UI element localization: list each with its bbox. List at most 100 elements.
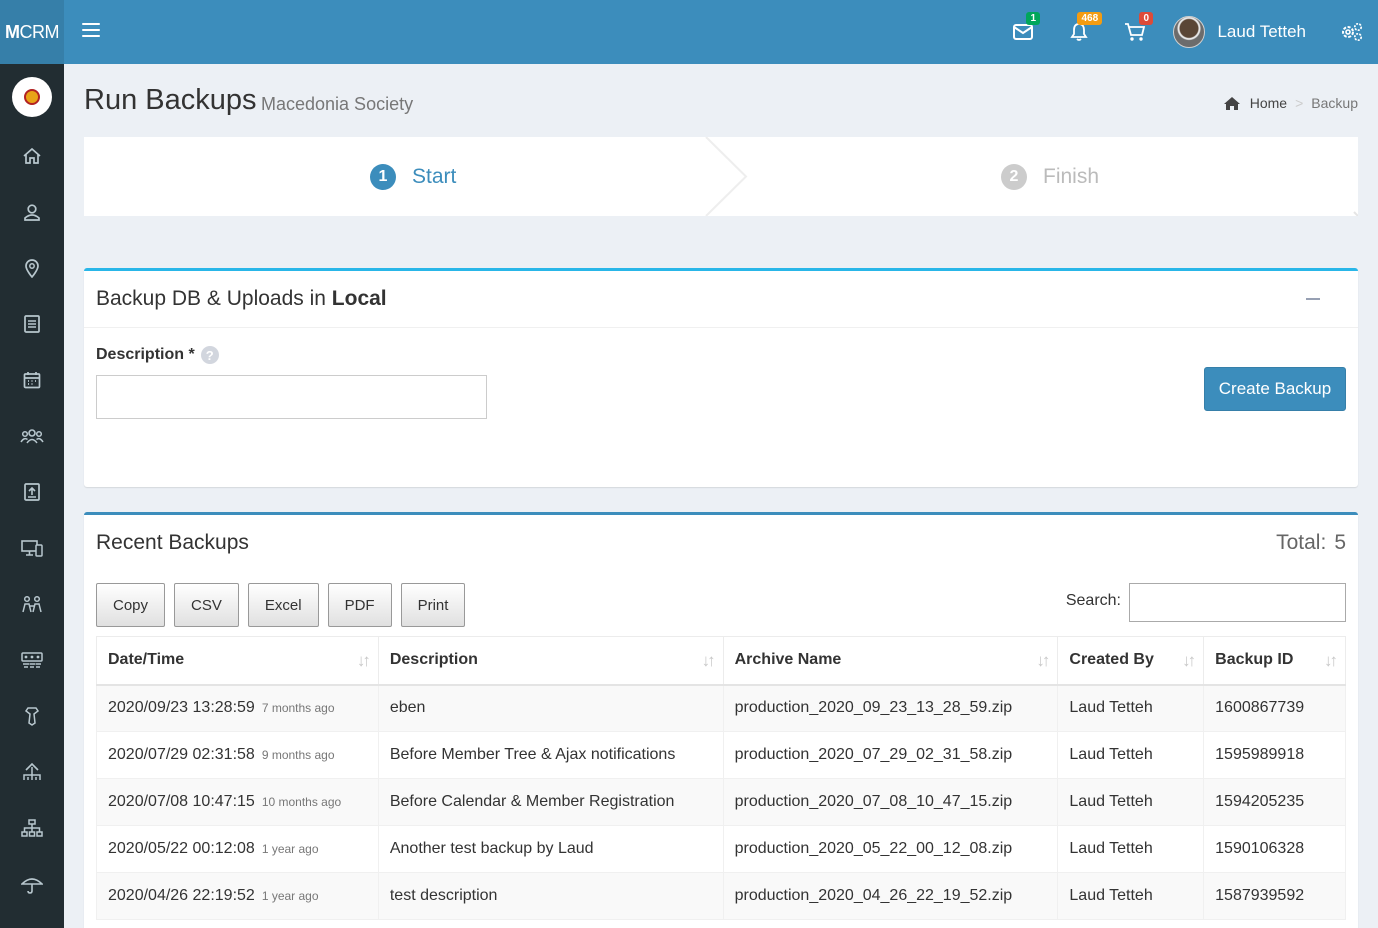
sidebar-item-insurance[interactable] — [0, 856, 64, 912]
total-value: 5 — [1334, 531, 1346, 554]
cell-datetime: 2020/07/29 02:31:58 9 months ago — [96, 731, 379, 779]
sidebar-item-locations[interactable] — [0, 240, 64, 296]
sidebar-item-attire[interactable] — [0, 688, 64, 744]
organization-logo[interactable] — [12, 77, 52, 117]
description-input[interactable] — [96, 375, 487, 419]
table-row[interactable]: 2020/07/08 10:47:15 10 months ago Before … — [96, 778, 1346, 826]
cell-archive: production_2020_04_26_22_19_52.zip — [722, 872, 1059, 920]
copy-button[interactable]: Copy — [96, 583, 166, 627]
notifications-button[interactable]: 468 — [1051, 0, 1107, 64]
cell-backup-id: 1600867739 — [1203, 684, 1346, 732]
box-header: Backup DB & Uploads in Local — [84, 271, 1358, 328]
upload-box-icon — [24, 483, 40, 501]
page-subtitle: Macedonia Society — [261, 94, 414, 114]
sidebar-item-groups[interactable] — [0, 408, 64, 464]
table-row[interactable]: 2020/09/23 13:28:59 7 months ago eben pro… — [96, 684, 1346, 732]
description-label-text: Description * — [96, 346, 195, 363]
cell-archive: production_2020_07_29_02_31_58.zip — [722, 731, 1059, 779]
sidebar-item-devices[interactable] — [0, 520, 64, 576]
sidebar-item-meetings[interactable] — [0, 576, 64, 632]
sidebar-item-uploads[interactable] — [0, 464, 64, 520]
sort-icon: ↓↑ — [356, 651, 371, 670]
avatar — [1173, 16, 1206, 48]
sidebar-item-profile[interactable] — [0, 184, 64, 240]
sort-icon: ↓↑ — [1182, 651, 1196, 670]
column-header-archive[interactable]: Archive Name ↓↑ — [722, 636, 1059, 686]
sidebar-toggle-button[interactable] — [82, 20, 100, 40]
messages-badge: 1 — [1026, 12, 1041, 25]
column-header-datetime[interactable]: Date/Time ↓↑ — [96, 636, 379, 686]
page-title: Run Backups — [84, 84, 257, 116]
cell-archive: production_2020_09_23_13_28_59.zip — [722, 684, 1059, 732]
cell-archive: production_2020_07_08_10_47_15.zip — [722, 778, 1059, 826]
table-header-row: Date/Time ↓↑ Description ↓↑ Archive Name ↓↑… — [96, 636, 1346, 686]
create-backup-button[interactable]: Create Backup — [1204, 367, 1346, 411]
table-row[interactable]: 2020/05/22 00:12:08 1 year ago Another te… — [96, 825, 1346, 873]
column-header-backup-id[interactable]: Backup ID ↓↑ — [1203, 636, 1346, 686]
people-meeting-icon — [22, 595, 42, 613]
tie-icon — [24, 707, 40, 726]
sidebar-item-documents[interactable] — [0, 296, 64, 352]
box-title-bold: Local — [331, 287, 387, 310]
logo-text: CRM — [19, 21, 60, 42]
total-label: Total: — [1276, 531, 1327, 554]
sidebar-item-seating[interactable] — [0, 632, 64, 688]
box-title: Backup DB & Uploads in Local — [96, 287, 387, 311]
cell-datetime: 2020/04/26 22:19:52 1 year ago — [96, 872, 379, 920]
navbar-right: 1 468 0 Laud Tetteh — [995, 0, 1378, 64]
step-number: 1 — [370, 163, 396, 190]
groups-icon — [20, 429, 44, 444]
help-icon[interactable]: ? — [200, 346, 219, 364]
notifications-badge: 468 — [1077, 12, 1103, 25]
column-header-created-by[interactable]: Created By ↓↑ — [1057, 636, 1205, 686]
breadcrumb: Home > Backup — [1223, 95, 1358, 111]
cart-badge: 0 — [1139, 12, 1154, 25]
breadcrumb-home-link[interactable]: Home — [1250, 95, 1287, 111]
sidebar-item-organization[interactable] — [0, 800, 64, 856]
description-label: Description * ? — [96, 346, 219, 364]
cell-description: Another test backup by Laud — [377, 825, 724, 873]
table-row[interactable]: 2020/07/29 02:31:58 9 months ago Before M… — [96, 731, 1346, 779]
document-icon — [24, 315, 40, 333]
csv-button[interactable]: CSV — [174, 583, 239, 627]
umbrella-icon — [21, 878, 43, 894]
cell-backup-id: 1595989918 — [1203, 731, 1346, 779]
home-icon — [1223, 96, 1240, 110]
gears-icon — [1342, 22, 1363, 42]
cell-created-by: Laud Tetteh — [1057, 684, 1205, 732]
cell-description: Before Member Tree & Ajax notifications — [377, 731, 724, 779]
cell-archive: production_2020_05_22_00_12_08.zip — [722, 825, 1059, 873]
cell-created-by: Laud Tetteh — [1057, 778, 1205, 826]
search-input[interactable] — [1129, 583, 1346, 622]
backup-wizard: 1 Start 2 Finish — [84, 137, 1358, 216]
pdf-button[interactable]: PDF — [327, 583, 392, 627]
user-name: Laud Tetteh — [1217, 22, 1306, 41]
bell-icon — [1070, 23, 1089, 41]
app-logo[interactable]: M CRM — [0, 0, 64, 64]
table-row[interactable]: 2020/04/26 22:19:52 1 year ago test descr… — [96, 872, 1346, 920]
messages-button[interactable]: 1 — [995, 0, 1051, 64]
cell-datetime: 2020/05/22 00:12:08 1 year ago — [96, 825, 379, 873]
cell-datetime: 2020/07/08 10:47:15 10 months ago — [96, 778, 379, 826]
logo-bold-text: M — [5, 21, 20, 42]
sidebar-item-calendar[interactable] — [0, 352, 64, 408]
cart-icon — [1125, 23, 1146, 41]
print-button[interactable]: Print — [400, 583, 466, 627]
cell-datetime: 2020/09/23 13:28:59 7 months ago — [96, 684, 379, 732]
collapse-button[interactable] — [1306, 298, 1320, 300]
sidebar-item-home[interactable] — [0, 128, 64, 184]
cart-button[interactable]: 0 — [1107, 0, 1163, 64]
column-header-description[interactable]: Description ↓↑ — [377, 636, 724, 686]
user-menu[interactable]: Laud Tetteh — [1163, 0, 1330, 64]
wizard-step-finish[interactable]: 2 Finish — [1001, 137, 1099, 216]
excel-button[interactable]: Excel — [247, 583, 319, 627]
cell-backup-id: 1590106328 — [1203, 825, 1346, 873]
export-buttons: Copy CSV Excel PDF Print — [96, 583, 474, 627]
envelope-icon — [1013, 24, 1034, 40]
user-icon — [24, 204, 40, 221]
settings-button[interactable] — [1330, 0, 1374, 64]
sidebar-item-family-tree[interactable] — [0, 744, 64, 800]
cell-backup-id: 1587939592 — [1203, 872, 1346, 920]
wizard-step-start[interactable]: 1 Start — [370, 137, 456, 216]
cell-backup-id: 1594205235 — [1203, 778, 1346, 826]
